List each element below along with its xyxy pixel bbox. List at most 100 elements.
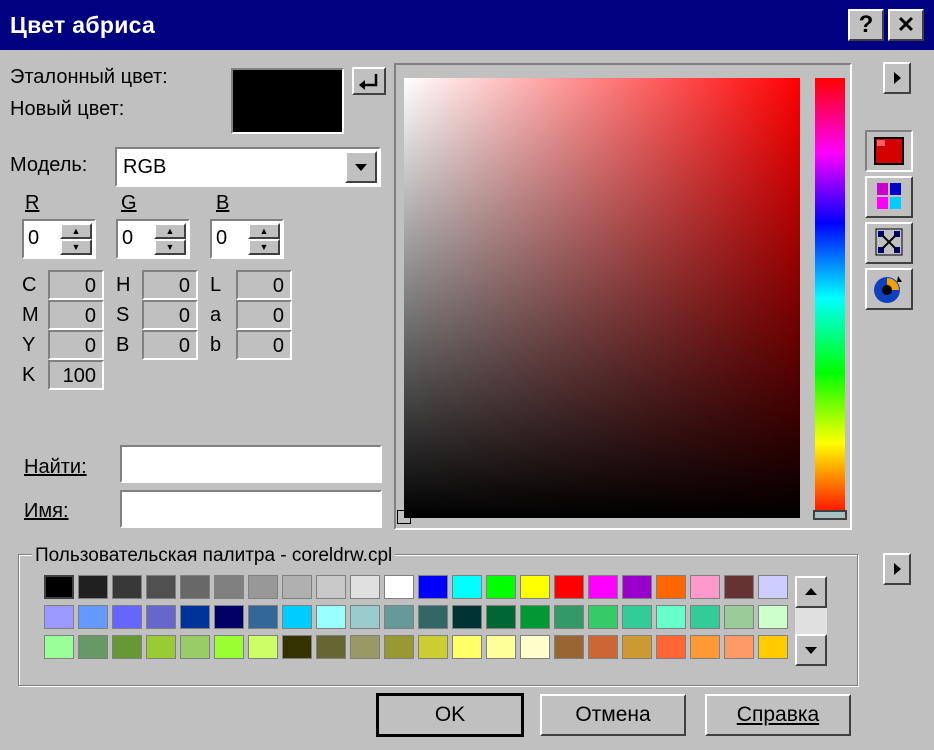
palette-swatch[interactable] (758, 575, 788, 599)
b-increment[interactable]: ▲ (248, 223, 280, 239)
palette-swatch[interactable] (180, 605, 210, 629)
palette-swatch[interactable] (690, 605, 720, 629)
palette-swatch[interactable] (690, 575, 720, 599)
palette-swatch[interactable] (282, 635, 312, 659)
palette-swatch[interactable] (282, 575, 312, 599)
palette-swatch[interactable] (350, 635, 380, 659)
find-input[interactable] (120, 445, 382, 483)
palette-swatch[interactable] (44, 575, 74, 599)
cancel-button[interactable]: Отмена (540, 694, 686, 736)
model-select[interactable]: RGB (115, 147, 381, 187)
palette-swatch[interactable] (146, 605, 176, 629)
palette-swatch[interactable] (758, 635, 788, 659)
palette-swatch[interactable] (588, 575, 618, 599)
palette-swatch[interactable] (350, 605, 380, 629)
palette-swatch[interactable] (180, 575, 210, 599)
color-harmony-tab[interactable] (865, 268, 913, 310)
palette-swatch[interactable] (180, 635, 210, 659)
palette-swatch[interactable] (78, 635, 108, 659)
help-button[interactable]: ? (848, 9, 884, 41)
palette-swatch[interactable] (350, 575, 380, 599)
palette-swatch[interactable] (316, 605, 346, 629)
palette-swatch[interactable] (78, 605, 108, 629)
palette-swatch[interactable] (384, 605, 414, 629)
palettes-tab[interactable] (865, 176, 913, 218)
palette-swatch[interactable] (486, 575, 516, 599)
palette-swatch[interactable] (248, 635, 278, 659)
palette-swatch[interactable] (146, 575, 176, 599)
palette-swatch[interactable] (112, 605, 142, 629)
palette-swatch[interactable] (248, 605, 278, 629)
palette-swatch[interactable] (520, 605, 550, 629)
r-increment[interactable]: ▲ (60, 223, 92, 239)
palette-swatch[interactable] (554, 635, 584, 659)
palette-swatch[interactable] (112, 575, 142, 599)
hue-slider[interactable] (815, 78, 845, 518)
color-model-tab[interactable] (865, 130, 913, 172)
palette-swatch[interactable] (418, 575, 448, 599)
g-spin-buttons[interactable]: ▲ ▼ (154, 223, 186, 255)
close-button[interactable]: ✕ (888, 9, 924, 41)
palette-swatch[interactable] (78, 575, 108, 599)
r-spin-buttons[interactable]: ▲ ▼ (60, 223, 92, 255)
palette-swatch[interactable] (112, 635, 142, 659)
reset-color-button[interactable] (352, 67, 386, 95)
palette-swatch[interactable] (486, 605, 516, 629)
g-decrement[interactable]: ▼ (154, 239, 186, 255)
r-decrement[interactable]: ▼ (60, 239, 92, 255)
mixers-tab[interactable] (865, 222, 913, 264)
palette-swatch[interactable] (622, 605, 652, 629)
palette-swatch[interactable] (316, 635, 346, 659)
palette-swatch[interactable] (588, 605, 618, 629)
palette-swatch[interactable] (724, 575, 754, 599)
palette-swatch[interactable] (724, 605, 754, 629)
palette-swatch[interactable] (554, 575, 584, 599)
options-flyout-button[interactable] (883, 62, 911, 94)
palette-swatch[interactable] (316, 575, 346, 599)
palette-swatch[interactable] (554, 605, 584, 629)
saturation-brightness-field[interactable] (404, 78, 800, 518)
palette-swatch[interactable] (248, 575, 278, 599)
palette-options-button[interactable] (883, 553, 911, 585)
palette-swatch[interactable] (44, 605, 74, 629)
palette-swatch[interactable] (724, 635, 754, 659)
palette-scroll-down[interactable] (795, 634, 827, 666)
r-spinner[interactable]: 0 ▲ ▼ (22, 219, 96, 259)
palette-swatch[interactable] (452, 575, 482, 599)
g-spinner[interactable]: 0 ▲ ▼ (116, 219, 190, 259)
palette-swatch[interactable] (384, 575, 414, 599)
palette-swatch[interactable] (384, 635, 414, 659)
palette-swatch[interactable] (690, 635, 720, 659)
palette-swatch[interactable] (656, 635, 686, 659)
palette-swatch[interactable] (214, 635, 244, 659)
palette-swatch[interactable] (656, 605, 686, 629)
palette-swatch[interactable] (452, 635, 482, 659)
color-selection-marker[interactable] (397, 510, 411, 524)
palette-swatch[interactable] (622, 575, 652, 599)
palette-swatch[interactable] (452, 605, 482, 629)
palette-swatch[interactable] (588, 635, 618, 659)
palette-swatch[interactable] (520, 635, 550, 659)
help-dialog-button[interactable]: Справка (705, 694, 851, 736)
palette-swatch[interactable] (656, 575, 686, 599)
palette-swatch[interactable] (44, 635, 74, 659)
b-decrement[interactable]: ▼ (248, 239, 280, 255)
hue-slider-handle[interactable] (813, 510, 847, 520)
palette-swatch[interactable] (214, 575, 244, 599)
palette-swatch[interactable] (520, 575, 550, 599)
palette-swatch[interactable] (214, 605, 244, 629)
palette-swatch[interactable] (758, 605, 788, 629)
palette-swatch[interactable] (418, 605, 448, 629)
palette-swatch[interactable] (486, 635, 516, 659)
palette-scroll-track[interactable] (795, 608, 827, 634)
palette-swatch[interactable] (418, 635, 448, 659)
palette-swatch[interactable] (282, 605, 312, 629)
palette-scroll-up[interactable] (795, 576, 827, 608)
b-spin-buttons[interactable]: ▲ ▼ (248, 223, 280, 255)
ok-button[interactable]: OK (376, 693, 524, 737)
name-input[interactable] (120, 490, 382, 528)
palette-swatch[interactable] (622, 635, 652, 659)
model-dropdown-button[interactable] (345, 151, 377, 183)
palette-swatch[interactable] (146, 635, 176, 659)
g-increment[interactable]: ▲ (154, 223, 186, 239)
